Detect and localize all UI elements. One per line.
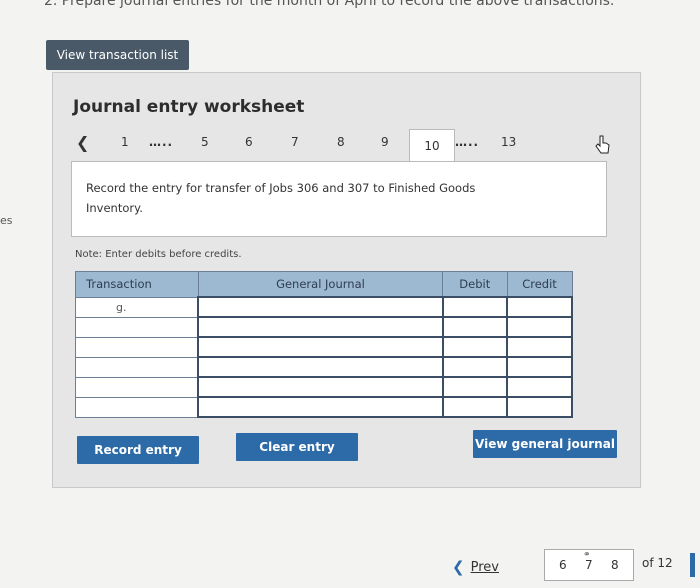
header-general-journal: General Journal (197, 271, 444, 298)
worksheet-title: Journal entry worksheet (73, 97, 305, 117)
view-general-journal-button[interactable]: View general journal (473, 430, 617, 458)
table-row (75, 336, 573, 358)
record-entry-button[interactable]: Record entry (77, 436, 199, 464)
transaction-cell (75, 316, 199, 338)
transaction-cell: g. (75, 296, 199, 318)
transaction-cell (75, 396, 199, 418)
credit-field[interactable] (506, 376, 573, 398)
debit-field[interactable] (441, 336, 509, 358)
page-7[interactable]: 7 (585, 558, 593, 572)
chevron-left-icon[interactable]: ❮ (76, 133, 89, 152)
tab-7[interactable]: 7 (291, 135, 299, 149)
prev-button[interactable]: ❮ Prev (452, 556, 512, 578)
credit-field[interactable] (506, 396, 573, 418)
tab-8[interactable]: 8 (337, 135, 345, 149)
debit-field[interactable] (441, 376, 509, 398)
question-text: 2. Prepare journal entries for the month… (44, 0, 615, 9)
worksheet-tabs: ❮ 1 ….. 5 6 7 8 9 10 ….. 13 (71, 129, 631, 162)
tab-10[interactable]: 10 (409, 129, 455, 162)
tab-9[interactable]: 9 (381, 135, 389, 149)
table-row: g. (75, 296, 573, 318)
page-total-text: of 12 (642, 556, 673, 570)
view-transaction-list-button[interactable]: View transaction list (46, 40, 189, 70)
page-6[interactable]: 6 (559, 558, 567, 572)
tab-5[interactable]: 5 (201, 135, 209, 149)
chevron-left-icon: ❮ (452, 558, 465, 576)
header-transaction: Transaction (75, 271, 199, 298)
pointer-hand-icon (595, 135, 610, 154)
note-text: Note: Enter debits before credits. (75, 249, 242, 260)
journal-account-field[interactable] (197, 376, 444, 398)
credit-field[interactable] (506, 316, 573, 338)
clear-entry-button[interactable]: Clear entry (236, 433, 358, 461)
instruction-text: Record the entry for transfer of Jobs 30… (86, 181, 476, 215)
credit-field[interactable] (506, 296, 573, 318)
journal-account-field[interactable] (197, 356, 444, 378)
journal-account-field[interactable] (197, 336, 444, 358)
debit-field[interactable] (441, 356, 509, 378)
debit-field[interactable] (441, 316, 509, 338)
debit-field[interactable] (441, 396, 509, 418)
prev-label: Prev (470, 559, 499, 575)
table-row (75, 376, 573, 398)
credit-field[interactable] (506, 356, 573, 378)
tab-13[interactable]: 13 (501, 135, 516, 149)
debit-field[interactable] (441, 296, 509, 318)
tab-ellipsis-2: ….. (455, 135, 480, 149)
tab-ellipsis-1: ….. (149, 135, 174, 149)
page-number-selector: ⚭ 6 7 8 (544, 549, 634, 581)
tab-1[interactable]: 1 (121, 135, 129, 149)
journal-table: Transaction General Journal Debit Credit… (75, 271, 573, 418)
credit-field[interactable] (506, 336, 573, 358)
journal-account-field[interactable] (197, 296, 444, 318)
page-8[interactable]: 8 (611, 558, 619, 572)
transaction-cell (75, 376, 199, 398)
journal-account-field[interactable] (197, 396, 444, 418)
tab-6[interactable]: 6 (245, 135, 253, 149)
table-row (75, 356, 573, 378)
side-stub-text: es (0, 214, 13, 227)
journal-account-field[interactable] (197, 316, 444, 338)
table-row (75, 396, 573, 418)
header-credit: Credit (506, 271, 573, 298)
table-row (75, 316, 573, 338)
header-debit: Debit (442, 271, 508, 298)
journal-entry-worksheet: Journal entry worksheet ❮ 1 ….. 5 6 7 8 … (52, 72, 641, 488)
instruction-box: Record the entry for transfer of Jobs 30… (71, 161, 607, 237)
transaction-cell (75, 356, 199, 378)
transaction-cell (75, 336, 199, 358)
menu-bars-icon[interactable] (690, 553, 695, 577)
